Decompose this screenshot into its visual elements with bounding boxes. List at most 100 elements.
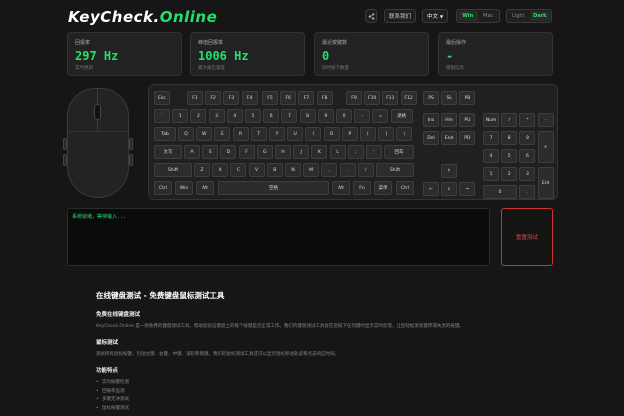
key[interactable]: Q: [178, 127, 194, 141]
key[interactable]: M: [303, 163, 320, 177]
key[interactable]: Esc: [154, 91, 170, 105]
key[interactable]: Ctrl: [396, 181, 414, 195]
contact-button[interactable]: 联系我们: [384, 9, 416, 23]
key[interactable]: D: [220, 145, 237, 159]
key[interactable]: .: [339, 163, 356, 177]
key[interactable]: O: [323, 127, 340, 141]
key[interactable]: \: [396, 127, 413, 141]
key[interactable]: X: [212, 163, 229, 177]
key[interactable]: F4: [241, 91, 258, 105]
key[interactable]: 4: [483, 149, 499, 163]
key[interactable]: E: [214, 127, 231, 141]
key[interactable]: Alt: [332, 181, 350, 195]
key[interactable]: N: [285, 163, 301, 177]
key[interactable]: 退格: [390, 109, 413, 123]
site-logo[interactable]: KeyCheck.Online: [68, 8, 217, 26]
key[interactable]: L: [329, 145, 346, 159]
key[interactable]: ↓: [441, 182, 457, 196]
key[interactable]: `: [154, 109, 170, 123]
key[interactable]: 5: [501, 149, 518, 163]
key[interactable]: PD: [459, 131, 476, 145]
key[interactable]: B: [266, 163, 283, 177]
key[interactable]: →: [459, 182, 475, 196]
key[interactable]: /: [357, 163, 374, 177]
key[interactable]: 9: [317, 109, 334, 123]
key[interactable]: P: [341, 127, 358, 141]
key[interactable]: G: [256, 145, 273, 159]
key[interactable]: F8: [316, 91, 333, 105]
key[interactable]: +: [537, 131, 554, 163]
key[interactable]: Tab: [154, 127, 176, 141]
key[interactable]: F10: [364, 91, 381, 105]
key[interactable]: ;: [347, 145, 364, 159]
key[interactable]: F9: [346, 91, 362, 105]
key[interactable]: H: [275, 145, 291, 159]
key[interactable]: 3: [208, 109, 225, 123]
key[interactable]: Fn: [353, 181, 371, 195]
key[interactable]: 菜单: [374, 181, 392, 195]
key[interactable]: Win: [175, 181, 193, 195]
key[interactable]: 空格: [218, 181, 329, 195]
os-option-win[interactable]: Win: [458, 11, 478, 21]
mouse-side-button-right-2[interactable]: [129, 154, 133, 166]
key[interactable]: 4: [226, 109, 243, 123]
key[interactable]: A: [184, 145, 200, 159]
key[interactable]: F1: [187, 91, 203, 105]
key[interactable]: 7: [281, 109, 298, 123]
key[interactable]: Num: [483, 113, 499, 127]
share-button[interactable]: [365, 9, 377, 23]
key[interactable]: 7: [483, 131, 499, 145]
key[interactable]: ': [366, 145, 382, 159]
key[interactable]: F12: [400, 91, 417, 105]
key[interactable]: 回车: [384, 145, 414, 159]
key[interactable]: F3: [223, 91, 240, 105]
key[interactable]: K: [311, 145, 328, 159]
key[interactable]: 1: [172, 109, 189, 123]
key[interactable]: F: [238, 145, 255, 159]
key[interactable]: ]: [378, 127, 395, 141]
key[interactable]: 大写: [154, 145, 182, 159]
mouse-scroll-wheel[interactable]: [94, 104, 101, 120]
key[interactable]: ↑: [441, 164, 457, 178]
key[interactable]: ←: [423, 182, 439, 196]
key[interactable]: F6: [280, 91, 297, 105]
key[interactable]: Y: [269, 127, 285, 141]
key[interactable]: PB: [459, 91, 476, 105]
key[interactable]: Del: [423, 131, 439, 145]
key[interactable]: F2: [205, 91, 222, 105]
key[interactable]: U: [287, 127, 304, 141]
key[interactable]: PS: [423, 91, 439, 105]
key[interactable]: I: [305, 127, 322, 141]
key[interactable]: Z: [194, 163, 210, 177]
key[interactable]: 2: [501, 167, 518, 181]
key[interactable]: .: [519, 185, 536, 199]
key[interactable]: 6: [263, 109, 280, 123]
os-toggle[interactable]: Win Mac: [456, 9, 500, 23]
key[interactable]: /: [501, 113, 518, 127]
language-select[interactable]: 中文 ▼: [422, 9, 448, 23]
key[interactable]: W: [196, 127, 213, 141]
key[interactable]: F7: [298, 91, 315, 105]
key[interactable]: Alt: [196, 181, 214, 195]
key[interactable]: S: [202, 145, 219, 159]
key[interactable]: 2: [190, 109, 207, 123]
key[interactable]: 8: [299, 109, 316, 123]
key[interactable]: R: [232, 127, 249, 141]
key[interactable]: ,: [321, 163, 338, 177]
theme-toggle[interactable]: Light Dark: [506, 9, 552, 23]
key[interactable]: Ins: [423, 113, 439, 127]
key[interactable]: -: [537, 113, 554, 127]
key[interactable]: 1: [483, 167, 499, 181]
key[interactable]: 5: [245, 109, 261, 123]
key[interactable]: 0: [483, 185, 517, 199]
key[interactable]: End: [441, 131, 458, 145]
key[interactable]: F5: [262, 91, 278, 105]
key[interactable]: -: [354, 109, 371, 123]
key[interactable]: 0: [336, 109, 352, 123]
key[interactable]: 6: [519, 149, 536, 163]
os-option-mac[interactable]: Mac: [479, 11, 499, 21]
key[interactable]: Ent: [537, 167, 554, 199]
key[interactable]: 3: [519, 167, 536, 181]
key[interactable]: [: [360, 127, 376, 141]
key[interactable]: PU: [459, 113, 476, 127]
